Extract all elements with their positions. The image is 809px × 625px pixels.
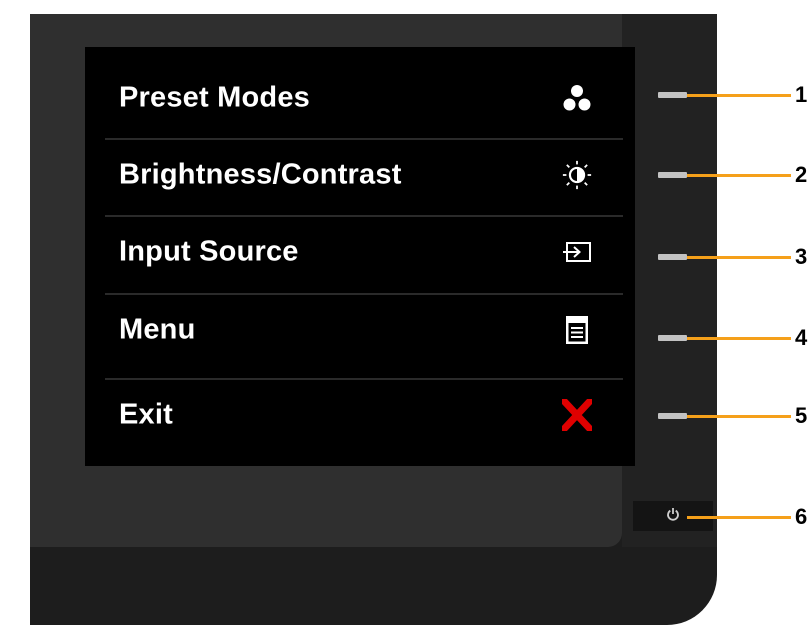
hardware-button-5[interactable] xyxy=(658,413,687,419)
hardware-button-1[interactable] xyxy=(658,92,687,98)
callout-line-1 xyxy=(687,94,791,97)
callout-line-4 xyxy=(687,337,791,340)
osd-item-label: Brightness/Contrast xyxy=(119,158,402,190)
osd-item-label: Preset Modes xyxy=(119,81,310,113)
callout-line-5 xyxy=(687,415,791,418)
osd-item-exit[interactable]: Exit xyxy=(85,376,635,453)
callout-line-2 xyxy=(687,174,791,177)
osd-item-menu[interactable]: Menu xyxy=(85,291,635,368)
power-icon xyxy=(666,507,680,526)
callout-number-3: 3 xyxy=(795,244,808,269)
callout-line-3 xyxy=(687,256,791,259)
exit-x-icon xyxy=(562,398,592,431)
osd-item-input-source[interactable]: Input Source xyxy=(85,213,635,290)
callout-number-5: 5 xyxy=(795,403,808,428)
osd-item-preset-modes[interactable]: Preset Modes xyxy=(85,59,635,136)
input-source-icon xyxy=(562,237,592,267)
callout-number-4: 4 xyxy=(795,325,808,350)
osd-item-label: Exit xyxy=(119,398,173,430)
osd-item-label: Input Source xyxy=(119,235,299,267)
preset-dots-icon xyxy=(562,83,592,113)
callout-number-1: 1 xyxy=(795,82,808,107)
brightness-icon xyxy=(562,160,592,190)
osd-menu: Preset Modes Brightness/Contrast Input S… xyxy=(85,47,635,466)
osd-item-label: Menu xyxy=(119,313,196,345)
hardware-button-2[interactable] xyxy=(658,172,687,178)
callout-number-2: 2 xyxy=(795,162,808,187)
menu-icon xyxy=(562,315,592,345)
callout-number-6: 6 xyxy=(795,504,808,529)
callout-line-6 xyxy=(687,516,791,519)
hardware-button-4[interactable] xyxy=(658,335,687,341)
hardware-button-3[interactable] xyxy=(658,254,687,260)
osd-item-brightness-contrast[interactable]: Brightness/Contrast xyxy=(85,136,635,213)
